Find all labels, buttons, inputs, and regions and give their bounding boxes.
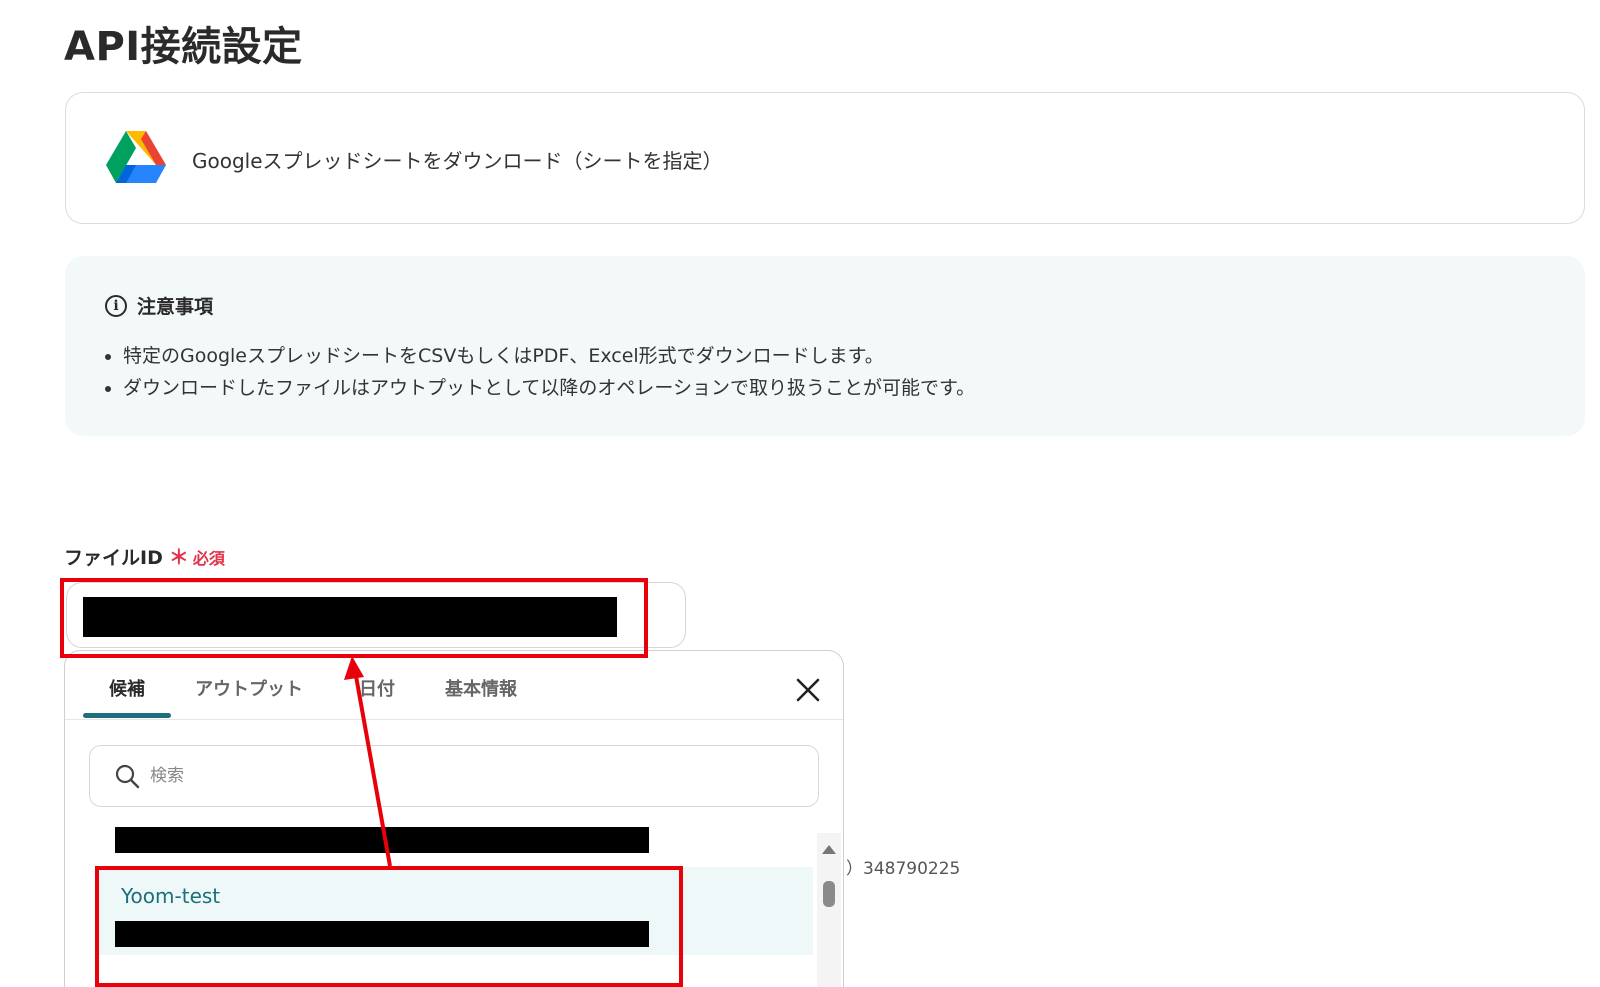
api-connection-settings-page: API接続設定 Googleスプレッドシートをダウンロード（シートを指定） i … (0, 0, 1600, 987)
active-tab-indicator (83, 713, 171, 718)
notice-item: 特定のGoogleスプレッドシートをCSVもしくはPDF、Excel形式でダウン… (123, 340, 975, 372)
notice-heading: i 注意事項 (105, 292, 213, 319)
annotation-box-selected-item (95, 866, 683, 987)
search-icon (115, 764, 140, 789)
info-icon: i (105, 294, 127, 317)
tab-output[interactable]: アウトプット (195, 675, 303, 701)
page-title: API接続設定 (64, 24, 303, 70)
tab-date[interactable]: 日付 (359, 675, 395, 701)
scroll-thumb[interactable] (823, 881, 835, 907)
action-name: Googleスプレッドシートをダウンロード（シートを指定） (192, 149, 723, 173)
close-icon[interactable] (793, 675, 823, 705)
required-mark: ＊ (168, 545, 189, 569)
redacted-list-item (115, 827, 649, 853)
action-card: Googleスプレッドシートをダウンロード（シートを指定） (65, 92, 1585, 224)
required-text: 必須 (192, 549, 225, 568)
google-drive-icon (106, 131, 166, 183)
list-scrollbar[interactable] (817, 833, 841, 987)
background-peek-text: ）348790225 (846, 859, 961, 879)
tab-basic-info[interactable]: 基本情報 (445, 675, 517, 701)
notice-list: 特定のGoogleスプレッドシートをCSVもしくはPDF、Excel形式でダウン… (101, 340, 975, 404)
annotation-box-file-id (60, 578, 648, 658)
notice-item: ダウンロードしたファイルはアウトプットとして以降のオペレーションで取り扱うことが… (123, 372, 975, 404)
search-input[interactable] (148, 760, 792, 792)
notice-heading-text: 注意事項 (137, 296, 214, 318)
picker-tabs: 候補 アウトプット 日付 基本情報 (65, 651, 843, 720)
file-id-label: ファイルID ＊ 必須 (64, 541, 225, 570)
file-id-label-text: ファイルID (64, 547, 163, 569)
notice-box: i 注意事項 特定のGoogleスプレッドシートをCSVもしくはPDF、Exce… (65, 256, 1585, 436)
tab-candidates[interactable]: 候補 (109, 675, 145, 701)
scroll-up-icon[interactable] (822, 845, 836, 854)
picker-search-box[interactable] (89, 745, 819, 807)
